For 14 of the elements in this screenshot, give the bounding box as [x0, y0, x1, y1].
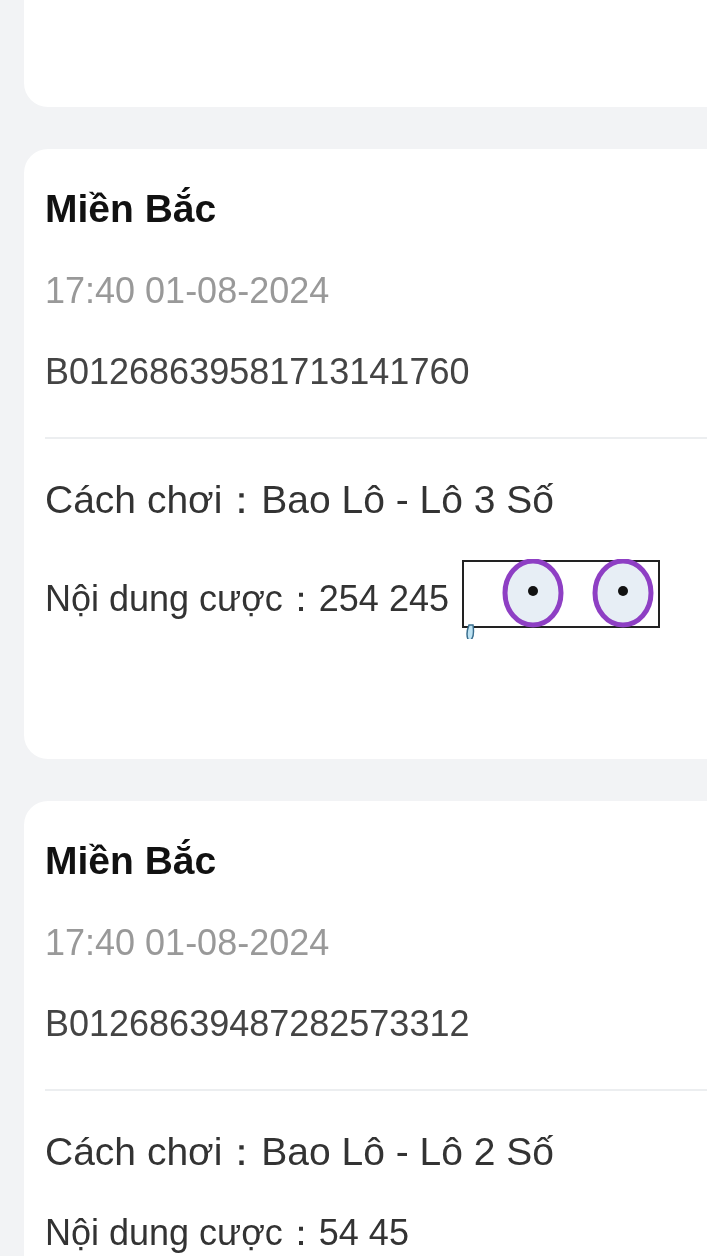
- play-label: Cách chơi：: [45, 1130, 262, 1174]
- bet-content: 254 245: [318, 577, 449, 621]
- bet-content: 54 45: [318, 1211, 409, 1255]
- bet-time: 17:40 01-08-2024: [45, 921, 331, 965]
- bet-time: 17:40 01-08-2024: [45, 269, 331, 313]
- content-label: Nội dung cược：: [45, 577, 319, 621]
- play-label: Cách chơi：: [45, 478, 262, 522]
- play-type: Bao Lô - Lô 2 Số: [261, 1130, 555, 1174]
- bet-code: B01268639581713141760: [45, 350, 471, 394]
- bet-code: B01268639487282573312: [45, 1002, 471, 1046]
- content-label: Nội dung cược：: [45, 1211, 319, 1255]
- region-title: Miền Bắc: [45, 187, 218, 231]
- play-type: Bao Lô - Lô 3 Số: [261, 478, 555, 522]
- region-title: Miền Bắc: [45, 839, 218, 883]
